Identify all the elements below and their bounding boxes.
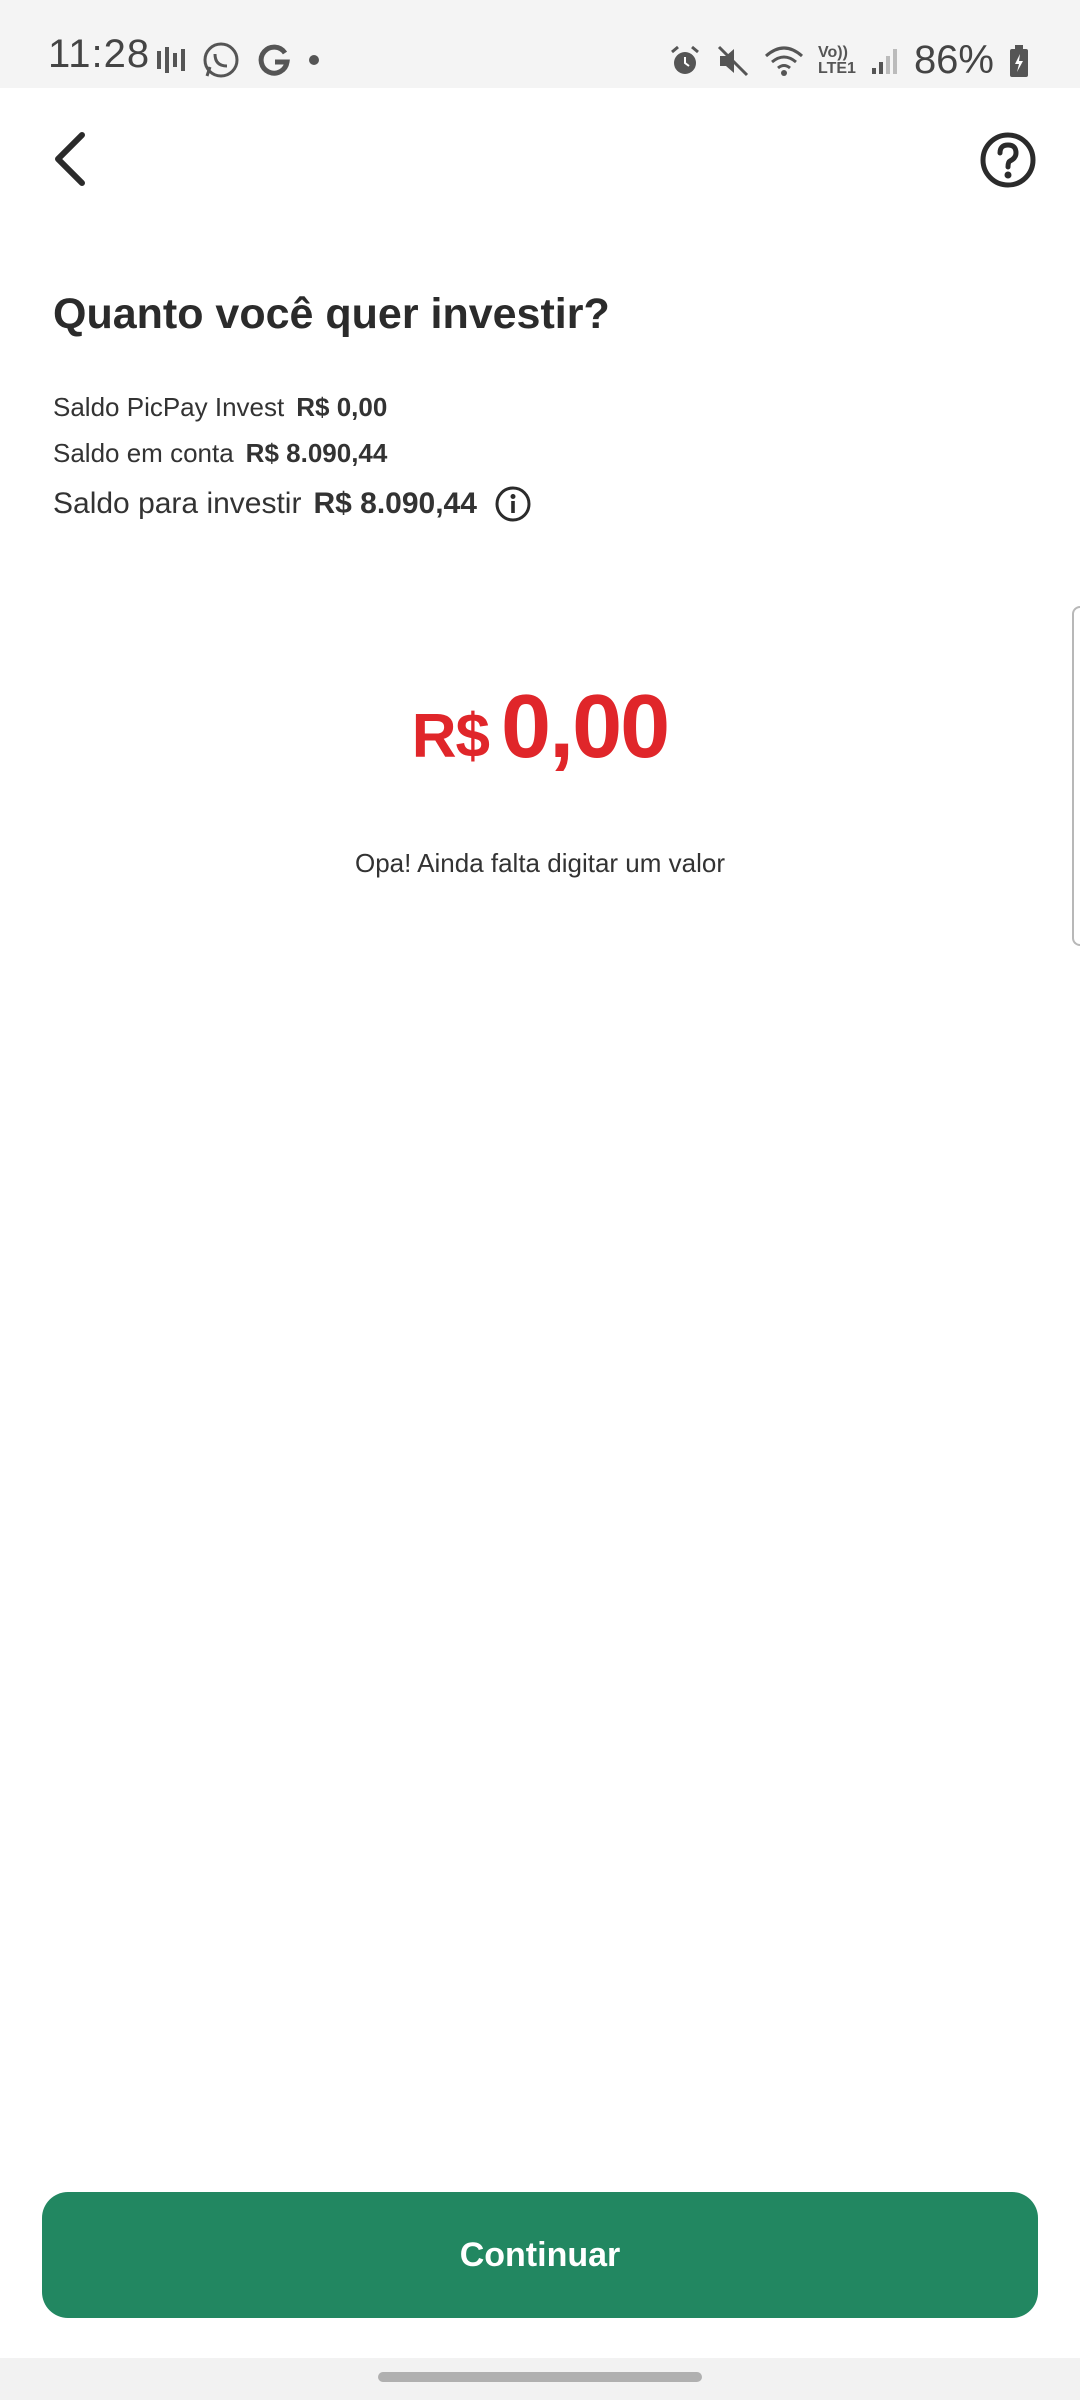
balance-picpay-invest: Saldo PicPay Invest R$ 0,00: [53, 392, 387, 423]
question-circle-icon: [980, 132, 1036, 188]
volte-label: Vo)): [818, 43, 848, 61]
chevron-left-icon: [55, 132, 85, 186]
whatsapp-icon: [203, 42, 239, 78]
volte-icon: Vo)) LTE1: [818, 43, 856, 77]
balance-label: Saldo PicPay Invest: [53, 392, 285, 422]
balance-para-investir: Saldo para investir R$ 8.090,44: [53, 484, 533, 524]
status-time: 11:28: [48, 32, 151, 76]
balance-label: Saldo em conta: [53, 438, 234, 468]
lte-label: LTE1: [818, 59, 856, 77]
amount-value: 0,00: [501, 677, 670, 777]
help-button[interactable]: [978, 130, 1038, 190]
status-right-icons: Vo)) LTE1 86%: [668, 38, 1030, 83]
app-header: [0, 88, 1080, 238]
balance-label: Saldo para investir: [53, 487, 302, 520]
back-button[interactable]: [40, 124, 100, 194]
balance-value: R$ 0,00: [296, 392, 388, 422]
alarm-icon: [671, 45, 699, 74]
signal-bars-icon: [157, 47, 185, 73]
page-title: Quanto você quer investir?: [53, 290, 610, 338]
cell-signal-icon: [871, 48, 897, 74]
nav-bar: [0, 2358, 1080, 2400]
home-indicator[interactable]: [378, 2372, 702, 2382]
mute-icon: [717, 45, 749, 76]
edge-panel-handle[interactable]: [1072, 606, 1080, 946]
balance-value: R$ 8.090,44: [313, 487, 477, 520]
balance-value: R$ 8.090,44: [245, 438, 388, 468]
amount-input[interactable]: R$ 0,00: [0, 676, 1080, 779]
dot-icon: [309, 55, 319, 65]
amount-hint: Opa! Ainda falta digitar um valor: [355, 848, 725, 878]
battery-icon: [1010, 44, 1028, 77]
continue-button[interactable]: Continuar: [42, 2192, 1038, 2318]
amount-currency: R$: [411, 702, 490, 771]
battery-percent: 86%: [913, 38, 994, 82]
status-bar: 11:28 Vo)) LTE1 86%: [0, 0, 1080, 88]
balance-em-conta: Saldo em conta R$ 8.090,44: [53, 438, 387, 469]
status-left-icons: [155, 40, 321, 80]
wifi-icon: [765, 46, 803, 76]
info-icon[interactable]: [493, 484, 533, 524]
google-icon: [258, 44, 290, 76]
